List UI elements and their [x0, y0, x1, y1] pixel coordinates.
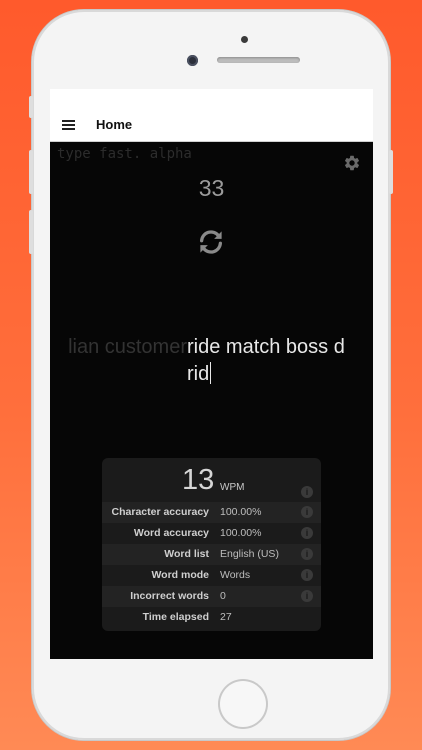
stat-value: 100.00% — [220, 527, 262, 539]
hamburger-menu-icon[interactable] — [62, 120, 75, 130]
stat-label: Time elapsed — [142, 611, 209, 623]
stat-value: English (US) — [220, 548, 279, 560]
stat-row-word-accuracy: Word accuracy 100.00% i — [102, 523, 321, 544]
stat-label: Word list — [164, 548, 209, 560]
volume-up-button — [29, 150, 33, 194]
stat-row-incorrect-words: Incorrect words 0 i — [102, 586, 321, 607]
home-button[interactable] — [218, 679, 268, 729]
wpm-value: 13 — [182, 464, 215, 496]
stat-row-word-list: Word list English (US) i — [102, 544, 321, 565]
app-screen: Home type fast. alpha 33 lian customer r… — [50, 89, 373, 659]
stat-label: Word mode — [151, 569, 209, 581]
refresh-icon[interactable] — [196, 227, 226, 257]
stat-row-word-mode: Word mode Words i — [102, 565, 321, 586]
text-caret — [210, 362, 212, 384]
stat-value: 0 — [220, 590, 226, 602]
brand-logo-text: type fast. alpha — [57, 146, 192, 162]
stat-label: Incorrect words — [130, 590, 209, 602]
word-stream: lian customer ride match boss d — [50, 336, 373, 362]
current-input-text: rid — [187, 363, 210, 385]
stat-row-character-accuracy: Character accuracy 100.00% i — [102, 502, 321, 523]
countdown-timer: 33 — [198, 175, 225, 201]
gear-icon[interactable] — [343, 154, 361, 172]
typing-input[interactable]: rid — [187, 362, 212, 386]
stat-value: 27 — [220, 611, 232, 623]
page-title: Home — [96, 117, 133, 132]
stat-label: Character accuracy — [111, 506, 209, 518]
stats-panel: 13 WPM i Character accuracy 100.00% i Wo… — [102, 458, 321, 631]
stat-row-time-elapsed: Time elapsed 27 — [102, 607, 321, 628]
stat-value: 100.00% — [220, 506, 262, 518]
info-icon[interactable]: i — [301, 590, 313, 602]
volume-down-button — [29, 210, 33, 254]
stat-value: Words — [220, 569, 251, 581]
power-button — [389, 150, 393, 194]
front-camera — [187, 55, 198, 66]
info-icon[interactable]: i — [301, 569, 313, 581]
info-icon[interactable]: i — [301, 506, 313, 518]
mute-switch — [29, 96, 33, 118]
earpiece-speaker — [217, 57, 300, 63]
stat-label: Word accuracy — [133, 527, 209, 539]
wpm-row: 13 WPM i — [102, 458, 321, 502]
upcoming-words: ride match boss d — [187, 336, 345, 358]
app-bar: Home — [50, 89, 373, 142]
typing-area: type fast. alpha 33 lian customer ride m… — [50, 142, 373, 659]
info-icon[interactable]: i — [301, 548, 313, 560]
typed-words: lian customer — [68, 336, 187, 358]
info-icon[interactable]: i — [301, 527, 313, 539]
info-icon[interactable]: i — [301, 486, 313, 498]
sensor-dot — [241, 36, 248, 43]
wpm-unit: WPM — [220, 482, 245, 493]
